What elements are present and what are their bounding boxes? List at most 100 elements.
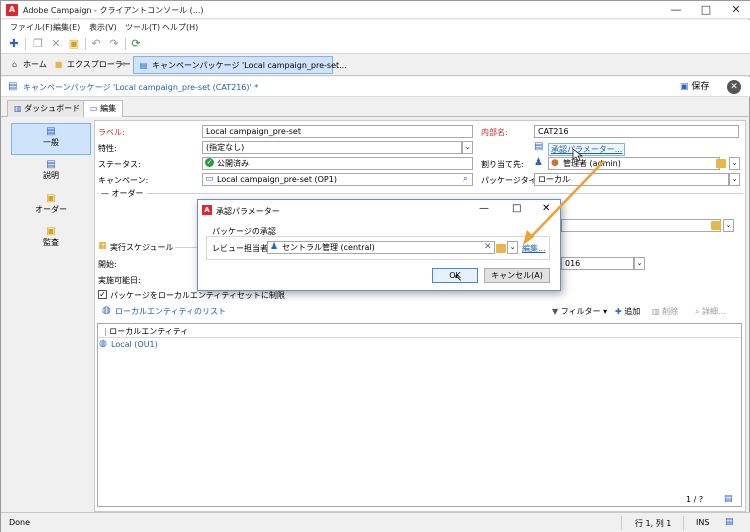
nav-order[interactable]: ▣ オーダー (11, 191, 91, 223)
start-date-input[interactable]: 016 (561, 257, 634, 270)
cursor-position: 行 1, 列 1 (635, 519, 672, 528)
clear-icon[interactable]: ✕ (484, 242, 492, 252)
order-input[interactable] (561, 219, 721, 232)
chevron-down-icon[interactable]: ⌄ (634, 257, 645, 270)
delete-button[interactable]: ▥ 削除 (652, 306, 678, 317)
tab-close-icon[interactable]: ✕ (119, 56, 126, 74)
menu-file[interactable]: ファイル(F) (10, 22, 53, 33)
maximize-icon[interactable]: □ (512, 203, 521, 214)
edit-link[interactable]: 編集... (522, 243, 546, 254)
tab-dashboard[interactable]: ▥ ダッシュボード (7, 100, 88, 117)
status-value: 公開済み (202, 157, 473, 170)
label-input[interactable]: Local campaign_pre-set (202, 125, 473, 138)
minimize-icon[interactable]: — (479, 203, 489, 214)
toolbar-separator (85, 38, 86, 50)
new-icon[interactable]: ✚ (7, 37, 21, 51)
section-divider (97, 193, 743, 194)
filter-label: フィルター (560, 307, 601, 316)
document-title: キャンペーンパッケージ 'Local campaign_pre-set (CAT… (23, 83, 259, 92)
tab-document-label: キャンペーンパッケージ 'Local campaign_pre-set... (152, 61, 347, 70)
home-icon: ⌂ (11, 60, 18, 69)
order-section-label: オーダー (111, 189, 144, 198)
refresh-icon[interactable]: ⟳ (129, 37, 143, 51)
reviewer-label: レビュー担当者: (212, 244, 271, 253)
folder-icon[interactable] (711, 221, 721, 230)
close-window-icon[interactable]: ✕ (721, 1, 750, 19)
column-header[interactable]: | ローカルエンティティ (104, 326, 188, 337)
left-navigation: ▤ 一般 ▤ 説明 ▣ オーダー ▣ 監査 (7, 120, 91, 512)
window-title: Adobe Campaign - クライアントコンソール (...) (23, 6, 204, 15)
chevron-down-icon[interactable]: ⌄ (729, 173, 740, 186)
status-text: Done (9, 518, 31, 527)
search-icon[interactable]: ⌕ (463, 174, 468, 184)
list-item-label: Local (OU1) (111, 340, 158, 349)
title-bar: A Adobe Campaign - クライアントコンソール (...) — □… (1, 1, 750, 19)
list-item[interactable]: ◍ Local (OU1) (98, 339, 741, 351)
copy-icon[interactable]: ❐ (31, 37, 45, 51)
adobe-logo-icon: A (202, 205, 212, 215)
reviewer-input[interactable]: セントラル管理 (central) (267, 241, 495, 254)
package-type-select[interactable]: ローカル (534, 173, 729, 186)
tab-edit[interactable]: ▭ 編集 (83, 100, 124, 117)
detail-label: 詳細... (702, 307, 726, 316)
local-entities-list: | ローカルエンティティ ◍ Local (OU1) 1 / ? ▤ (97, 323, 742, 507)
document-icon: ▤ (46, 159, 56, 170)
folder-icon[interactable] (716, 159, 726, 168)
dashboard-icon: ▥ (14, 104, 22, 113)
undo-icon[interactable]: ↶ (89, 37, 103, 51)
schedule-section-title: 実行スケジュール (110, 243, 174, 252)
tab-campaign-package[interactable]: ▤ キャンペーンパッケージ 'Local campaign_pre-set... (133, 56, 347, 74)
approval-parameters-link[interactable]: 承認パラメーター... (548, 143, 626, 156)
chevron-down-icon[interactable]: ⌄ (723, 219, 734, 232)
restrict-checkbox-label: パッケージをローカルエンティティセットに制限 (110, 291, 285, 300)
menu-help[interactable]: ヘルプ(H) (162, 22, 198, 33)
main-toolbar: ✚ ❐ ✕ ▣ ↶ ↷ ⟳ (1, 34, 750, 54)
chevron-down-icon[interactable]: ⌄ (507, 241, 518, 254)
list-config-icon[interactable]: ▤ (724, 494, 733, 504)
chevron-down-icon[interactable]: ⌄ (729, 157, 740, 170)
tab-dashboard-label: ダッシュボード (24, 104, 81, 113)
insert-mode: INS (696, 518, 710, 527)
campaign-input[interactable]: Local campaign_pre-set (OP1) (202, 173, 473, 186)
nav-general[interactable]: ▤ 一般 (11, 123, 91, 155)
chevron-down-icon[interactable]: ⌄ (462, 141, 473, 154)
menu-edit[interactable]: 編集(E) (53, 22, 80, 33)
nature-select[interactable]: (指定なし) (202, 141, 462, 154)
save-button[interactable]: ▣ 保存 (680, 79, 709, 95)
folder-icon[interactable] (496, 244, 506, 253)
detail-button[interactable]: ⌕ 詳細... (695, 306, 726, 317)
campaign-icon: ▭ (205, 174, 214, 184)
maximize-icon[interactable]: □ (691, 1, 721, 19)
minimize-icon[interactable]: — (661, 1, 691, 19)
folder-icon: ■ (54, 60, 63, 69)
adobe-logo-icon: A (6, 4, 18, 16)
nav-description[interactable]: ▤ 説明 (11, 157, 91, 189)
delete-icon[interactable]: ✕ (49, 37, 63, 51)
toolbar-separator (25, 38, 26, 50)
add-button[interactable]: ✚ 追加 (615, 306, 640, 317)
close-tab-glyph: ✕ (119, 60, 126, 69)
section-divider (175, 247, 197, 248)
campaign-label: キャンペーン: (98, 176, 149, 185)
restrict-checkbox[interactable]: ✓ (98, 290, 107, 299)
close-icon[interactable]: ✕ (542, 203, 550, 214)
save-label: 保存 (691, 82, 710, 92)
trash-icon: ▥ (652, 307, 660, 316)
redo-icon[interactable]: ↷ (107, 37, 121, 51)
assigned-to-input[interactable]: 管理者 (admin) (548, 157, 720, 170)
cancel-button[interactable]: キャンセル(A) (484, 268, 550, 283)
menu-tools[interactable]: ツール(T) (125, 22, 160, 33)
nature-label: 特性: (98, 144, 117, 153)
lock-icon[interactable]: ▣ (67, 37, 81, 51)
menu-view[interactable]: 表示(V) (89, 22, 117, 33)
internal-name-input[interactable]: CAT216 (534, 125, 739, 138)
column-divider-glyph: | (104, 327, 107, 336)
filter-button[interactable]: ▼ フィルター ▾ (552, 306, 607, 317)
entity-icon: ◍ (102, 305, 111, 316)
close-document-icon[interactable]: ✕ (727, 80, 741, 94)
document-tabs: ⌂ ホーム ■ エクスプローラー ✕ ▤ キャンペーンパッケージ 'Local cam… (1, 54, 750, 76)
tab-home[interactable]: ⌂ ホーム (5, 56, 47, 74)
nav-audit[interactable]: ▣ 監査 (11, 224, 91, 256)
internal-name-label: 内部名: (481, 128, 508, 137)
order-section-title: — オーダー (99, 188, 146, 199)
